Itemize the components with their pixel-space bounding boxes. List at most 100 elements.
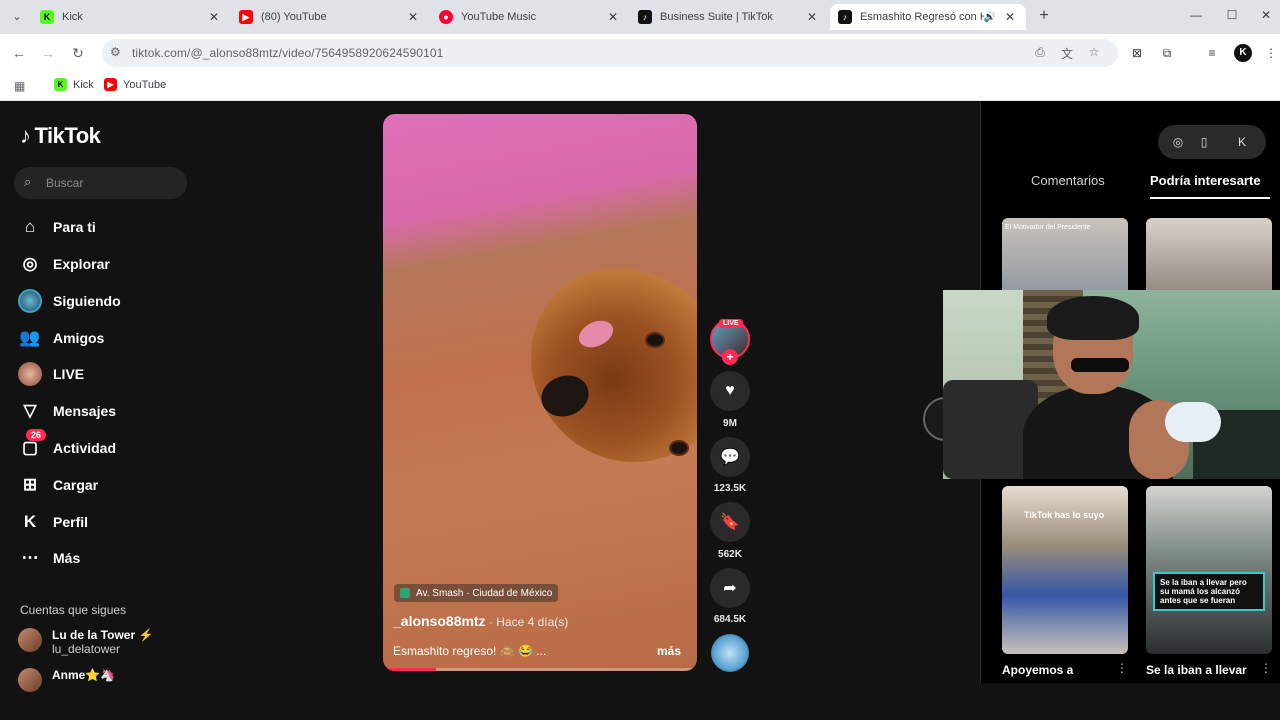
thumb-title[interactable]: Se la iban a llevar <box>1146 663 1247 677</box>
thumb-options-icon[interactable]: ⋮ <box>1260 661 1272 675</box>
install-app-icon[interactable]: ⎙ <box>1032 45 1048 61</box>
translate-icon[interactable]: 文 <box>1059 45 1075 61</box>
tiktok-logo[interactable]: ♪ TikTok <box>20 123 101 149</box>
search-box[interactable]: ⌕ <box>14 167 187 199</box>
youtube-favicon-icon: ▶ <box>239 10 253 24</box>
bookmark-kick[interactable]: K Kick <box>54 78 94 91</box>
thumb-title[interactable]: Apoyemos a <box>1002 663 1073 677</box>
suggested-video-thumb[interactable]: Se la iban a llevar pero su mamá los alc… <box>1146 486 1272 654</box>
phone-icon[interactable]: ▯ <box>1196 134 1212 150</box>
thumb-caption: El Motivador del Presidente <box>1005 224 1091 231</box>
panel-toolbar: ◎ ▯ K <box>1158 125 1266 159</box>
live-avatar-icon <box>18 362 42 386</box>
more-button[interactable]: más <box>657 644 681 658</box>
video-frame-eye <box>645 332 665 348</box>
video-progress-bar[interactable] <box>383 668 697 671</box>
music-disc-icon[interactable] <box>711 634 749 672</box>
tab-active-video[interactable]: ♪ Esmashito Regresó con Har 🔊 ✕ <box>830 4 1026 30</box>
nav-siguiendo[interactable]: Siguiendo <box>18 287 121 315</box>
following-avatar-icon <box>18 289 42 313</box>
following-account[interactable]: Lu de la Tower ⚡ lu_delatower <box>18 628 153 656</box>
webcam-toy <box>1165 402 1221 442</box>
profile-k-icon[interactable]: K <box>1234 134 1250 150</box>
like-button[interactable]: ♥ <box>710 371 750 411</box>
author-username[interactable]: _alonso88mtz <box>393 613 486 629</box>
nav-label: Más <box>53 550 81 566</box>
speaker-icon[interactable]: 🔊 <box>984 12 996 23</box>
nav-live[interactable]: LIVE <box>18 360 84 388</box>
nav-mensajes[interactable]: ▽ Mensajes <box>18 397 116 425</box>
close-icon[interactable]: ✕ <box>804 10 820 24</box>
extensions-puzzle-icon[interactable]: ⧉ <box>1158 44 1176 62</box>
bookmark-star-icon[interactable]: ☆ <box>1086 45 1102 61</box>
search-input[interactable] <box>46 173 176 193</box>
nav-cargar[interactable]: ⊞ Cargar <box>18 471 98 499</box>
kick-favicon-icon: K <box>40 10 54 24</box>
nav-perfil[interactable]: K Perfil <box>18 508 88 536</box>
like-count: 9M <box>723 418 737 429</box>
nav-label: Explorar <box>53 256 110 272</box>
nav-explorar[interactable]: ◎ Explorar <box>18 250 110 278</box>
share-button[interactable]: ➦ <box>710 568 750 608</box>
window-close-icon[interactable]: ✕ <box>1256 8 1276 22</box>
close-icon[interactable]: ✕ <box>405 10 421 24</box>
back-icon[interactable]: ← <box>9 43 29 63</box>
video-progress-fill <box>383 668 437 671</box>
tab-kick[interactable]: K Kick ✕ <box>32 4 230 30</box>
media-controls-icon[interactable]: ≡ <box>1203 44 1221 62</box>
follow-plus-icon[interactable]: + <box>722 349 738 365</box>
url-text[interactable]: tiktok.com/@_alonso88mtz/video/756495892… <box>132 46 443 60</box>
tab-youtube-music[interactable]: ● YouTube Music ✕ <box>431 4 629 30</box>
apps-grid-icon[interactable]: ▦ <box>14 79 25 93</box>
upload-icon: ⊞ <box>22 475 38 494</box>
tab-youtube[interactable]: ▶ (80) YouTube ✕ <box>231 4 429 30</box>
bookmark-label: YouTube <box>123 78 167 91</box>
tab-title: Esmashito Regresó con Har <box>860 11 984 23</box>
nav-para-ti[interactable]: ⌂ Para ti <box>18 213 96 241</box>
video-frame-dog <box>504 237 697 491</box>
nav-amigos[interactable]: 👥 Amigos <box>18 324 104 352</box>
youtube-music-favicon-icon: ● <box>439 10 453 24</box>
thumb-caption-box: Se la iban a llevar pero su mamá los alc… <box>1153 572 1265 611</box>
video-description: Esmashito regreso! 🙈 😂 ... <box>393 644 547 658</box>
tab-title: Kick <box>62 11 83 23</box>
tab-title: (80) YouTube <box>261 11 327 23</box>
search-icon: ⌕ <box>24 174 32 189</box>
webcam-sunglasses <box>1071 358 1129 372</box>
browser-menu-icon[interactable]: ⋮ <box>1262 44 1280 62</box>
forward-icon[interactable]: → <box>38 43 58 63</box>
avatar <box>18 628 42 652</box>
bookmark-youtube[interactable]: ▶ YouTube <box>104 78 166 91</box>
location-tag[interactable]: Av. Smash · Ciudad de México <box>394 584 559 602</box>
compass-icon[interactable]: ◎ <box>1170 134 1186 150</box>
minimize-icon[interactable]: — <box>1186 8 1206 22</box>
reload-icon[interactable]: ↻ <box>68 43 88 63</box>
nav-actividad[interactable]: ▢ 26 Actividad <box>18 429 116 462</box>
nav-label: Cargar <box>53 477 99 493</box>
close-icon[interactable]: ✕ <box>206 10 222 24</box>
comment-button[interactable]: 💬 <box>710 437 750 477</box>
compass-icon: ◎ <box>22 254 38 273</box>
video-player[interactable]: Av. Smash · Ciudad de México _alonso88mt… <box>383 114 697 671</box>
profile-avatar[interactable]: K <box>1234 44 1252 62</box>
extension-k-icon[interactable]: ⊠ <box>1128 44 1146 62</box>
tab-comentarios[interactable]: Comentarios <box>1031 173 1105 188</box>
tab-search-chevron-icon[interactable]: ⌄ <box>6 6 28 28</box>
close-icon[interactable]: ✕ <box>605 10 621 24</box>
nav-mas[interactable]: ⋯ Más <box>18 544 81 572</box>
tab-podria-interesarte[interactable]: Podría interesarte <box>1150 173 1261 188</box>
new-tab-button[interactable]: + <box>1034 6 1054 26</box>
nav-label: LIVE <box>53 366 85 382</box>
thumb-options-icon[interactable]: ⋮ <box>1116 661 1128 675</box>
site-info-icon[interactable]: ⚙ <box>110 45 121 59</box>
save-button[interactable]: 🔖 <box>710 502 750 542</box>
close-icon[interactable]: ✕ <box>1002 10 1018 24</box>
address-bar[interactable]: ⚙ tiktok.com/@_alonso88mtz/video/7564958… <box>102 39 1118 67</box>
tab-business-suite[interactable]: ♪ Business Suite | TikTok ✕ <box>630 4 828 30</box>
maximize-icon[interactable]: ☐ <box>1222 8 1242 22</box>
following-account[interactable]: Anme⭐🦄 <box>18 668 115 692</box>
video-author[interactable]: _alonso88mtz · Hace 4 día(s) <box>393 613 568 629</box>
post-time: · Hace 4 día(s) <box>485 615 569 629</box>
nav-label: Mensajes <box>53 403 117 419</box>
suggested-video-thumb[interactable]: TikTok has lo suyo <box>1002 486 1128 654</box>
